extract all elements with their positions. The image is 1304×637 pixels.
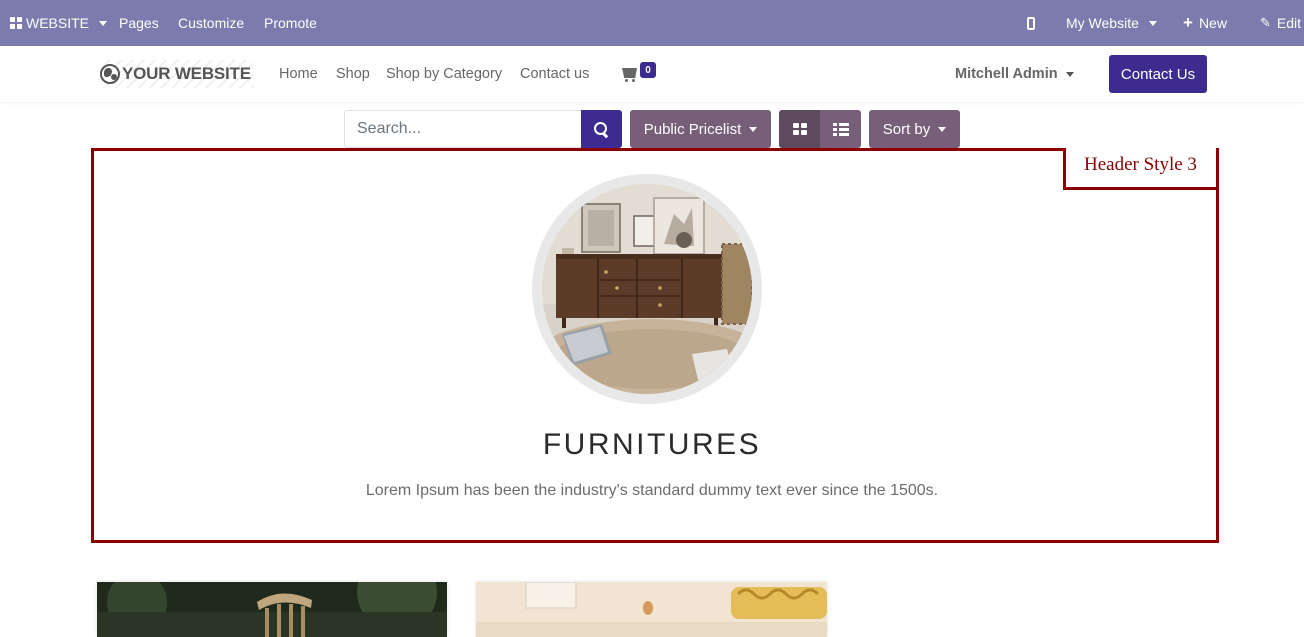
- nav-shop-by-category[interactable]: Shop by Category: [386, 46, 502, 102]
- website-app-label: WEBSITE: [26, 15, 90, 31]
- site-logo[interactable]: YOUR WEBSITE: [100, 60, 254, 88]
- sort-by-dropdown[interactable]: Sort by: [869, 110, 960, 148]
- header-style-tag: Header Style 3: [1063, 148, 1219, 190]
- nav-home[interactable]: Home: [279, 46, 318, 102]
- furniture-room-illustration: [542, 184, 752, 394]
- search-input[interactable]: [344, 110, 582, 148]
- pricelist-dropdown[interactable]: Public Pricelist: [630, 110, 771, 148]
- chevron-down-icon: [938, 126, 947, 132]
- grid-view-button[interactable]: [779, 110, 820, 148]
- mobile-phone-icon: [1027, 16, 1035, 30]
- search-icon: [594, 121, 609, 137]
- category-image: [542, 184, 752, 394]
- list-view-icon: [832, 122, 849, 136]
- admin-bar: WEBSITE Pages Customize Promote My Websi…: [0, 0, 1304, 46]
- nav-contact-us[interactable]: Contact us: [520, 46, 589, 102]
- menu-promote[interactable]: Promote: [264, 0, 317, 46]
- cart-count-badge: 0: [640, 62, 656, 78]
- pencil-icon: ✎: [1260, 15, 1271, 30]
- website-app-menu[interactable]: WEBSITE: [10, 0, 108, 46]
- website-navbar: YOUR WEBSITE Home Shop Shop by Category …: [0, 46, 1304, 102]
- product-card[interactable]: [97, 582, 447, 637]
- chevron-down-icon: [1065, 71, 1074, 77]
- product-image: [97, 582, 447, 637]
- product-image: [476, 582, 827, 637]
- search-button[interactable]: [581, 110, 622, 148]
- shopping-cart-icon: [622, 68, 637, 78]
- product-card[interactable]: [476, 582, 827, 637]
- my-website-label: My Website: [1066, 15, 1139, 31]
- contact-us-button[interactable]: Contact Us: [1109, 55, 1207, 93]
- chevron-down-icon: [749, 126, 758, 132]
- apps-grid-icon: [10, 17, 22, 29]
- user-menu[interactable]: Mitchell Admin: [955, 46, 1074, 102]
- mobile-preview-button[interactable]: [1027, 0, 1035, 46]
- chevron-down-icon: [1148, 20, 1157, 26]
- list-view-button[interactable]: [820, 110, 861, 148]
- nav-shop[interactable]: Shop: [336, 46, 370, 102]
- logo-text: YOUR WEBSITE: [122, 64, 251, 83]
- new-label: New: [1198, 15, 1227, 31]
- menu-customize[interactable]: Customize: [178, 0, 244, 46]
- grid-view-icon: [792, 123, 807, 135]
- menu-pages[interactable]: Pages: [119, 0, 159, 46]
- chevron-down-icon: [99, 20, 108, 26]
- category-title: FURNITURES: [542, 428, 762, 461]
- edit-label: Edit: [1276, 15, 1302, 31]
- my-website-switcher[interactable]: My Website: [1066, 0, 1157, 46]
- pricelist-label: Public Pricelist: [643, 120, 742, 138]
- globe-icon: [100, 64, 120, 84]
- category-description: Lorem Ipsum has been the industry's stan…: [365, 482, 939, 499]
- edit-button[interactable]: ✎ Edit: [1260, 0, 1301, 46]
- user-name: Mitchell Admin: [955, 66, 1058, 82]
- plus-icon: +: [1183, 13, 1193, 32]
- new-button[interactable]: + New: [1183, 0, 1227, 46]
- sort-by-label: Sort by: [882, 120, 931, 138]
